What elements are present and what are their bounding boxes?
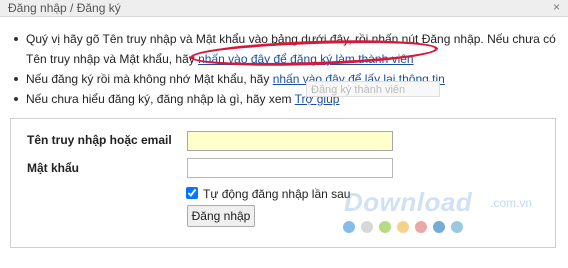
watermark-dot <box>361 221 373 233</box>
register-tooltip: Đăng ký thành viên <box>306 81 440 97</box>
username-label: Tên truy nhập hoặc email <box>27 133 172 147</box>
watermark-dot <box>415 221 427 233</box>
watermark-dot <box>397 221 409 233</box>
bullet-icon <box>14 77 18 81</box>
dialog-title: Đăng nhập / Đăng ký <box>8 1 121 15</box>
instruction-text: Nếu đăng ký rồi mà không nhớ Mật khẩu, h… <box>26 72 273 86</box>
watermark-dot <box>451 221 463 233</box>
watermark-dot <box>343 221 355 233</box>
instruction-text: Quý vị hãy gõ Tên truy nhập và Mật khẩu … <box>26 32 556 46</box>
remember-me-label: Tự động đăng nhập lần sau <box>203 187 351 201</box>
instruction-forgot-password: Nếu đăng ký rồi mà không nhớ Mật khẩu, h… <box>12 69 560 89</box>
watermark-logo: Download <box>344 187 473 217</box>
password-label: Mật khẩu <box>27 161 80 175</box>
instructions-list: Quý vị hãy gõ Tên truy nhập và Mật khẩu … <box>12 29 560 109</box>
username-input[interactable] <box>187 131 393 151</box>
close-icon[interactable]: × <box>553 0 560 14</box>
bullet-icon <box>14 37 18 41</box>
login-button[interactable]: Đăng nhập <box>187 205 255 227</box>
watermark-dot <box>433 221 445 233</box>
watermark-dots <box>343 221 469 235</box>
instruction-help: Nếu chưa hiểu đăng ký, đăng nhập là gì, … <box>12 89 560 109</box>
instruction-text: Nếu chưa hiểu đăng ký, đăng nhập là gì, … <box>26 92 295 106</box>
dialog-titlebar: Đăng nhập / Đăng ký × <box>0 0 568 17</box>
remember-me-checkbox[interactable] <box>186 187 198 199</box>
watermark-dot <box>379 221 391 233</box>
login-form: Tên truy nhập hoặc email Mật khẩu Tự độn… <box>10 118 556 248</box>
watermark-domain: .com.vn <box>490 196 533 210</box>
bullet-icon <box>14 97 18 101</box>
password-input[interactable] <box>187 158 393 178</box>
instruction-register: Quý vị hãy gõ Tên truy nhập và Mật khẩu … <box>12 29 560 69</box>
register-link[interactable]: nhấn vào đây để đăng ký làm thành viên <box>198 52 413 66</box>
instruction-text: Tên truy nhập và Mật khẩu, hãy <box>26 52 199 66</box>
